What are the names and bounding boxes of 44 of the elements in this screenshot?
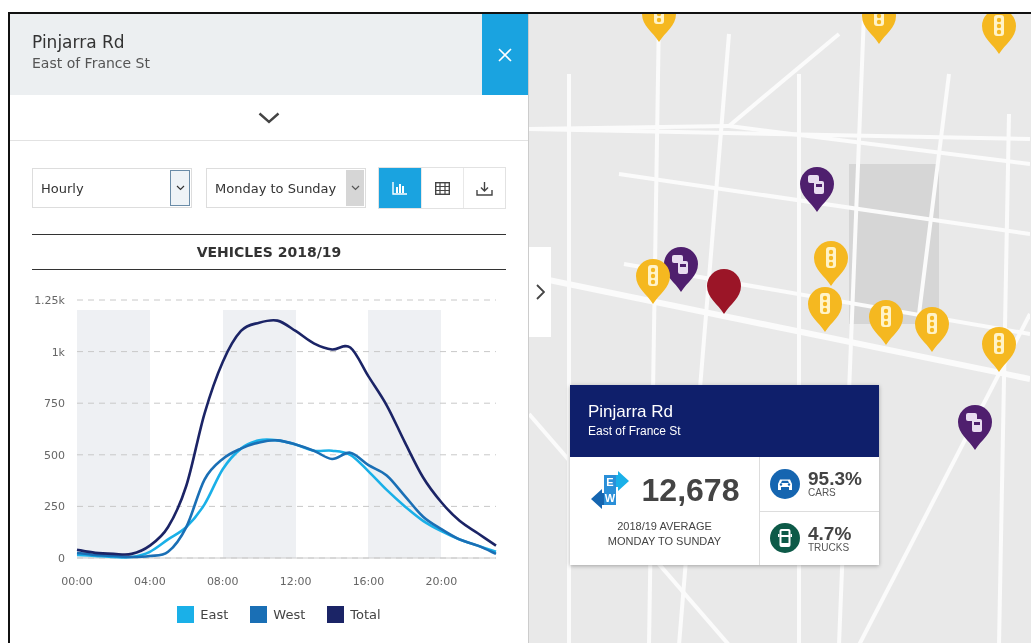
chart-title: VEHICLES 2018/19 (196, 244, 342, 260)
car-icon (770, 468, 800, 499)
x-tick-label: 08:00 (206, 575, 239, 588)
location-pin-icon[interactable] (707, 269, 741, 314)
legend-item[interactable]: West (250, 606, 306, 623)
x-tick-label: 04:00 (134, 575, 166, 588)
x-tick-label: 12:00 (279, 575, 312, 588)
location-subtitle: East of France St (32, 55, 151, 71)
legend-item[interactable]: East (177, 606, 229, 623)
y-tick-label: 250 (44, 500, 65, 514)
traffic-light-pin-icon[interactable] (636, 259, 670, 304)
y-tick-label: 1k (51, 345, 65, 359)
vehicles-pin-icon[interactable] (664, 247, 698, 292)
y-tick-label: 500 (44, 448, 65, 462)
truck-icon (770, 523, 800, 554)
period-dropdown[interactable]: Hourly (32, 168, 192, 208)
chevron-right-icon (535, 284, 545, 300)
caret-icon (175, 185, 185, 191)
x-tick-label: 16:00 (352, 575, 385, 588)
card-subtitle: East of France St (588, 424, 682, 438)
download-icon (476, 180, 493, 196)
share-percent: 95.3% (808, 469, 862, 489)
days-dropdown[interactable]: Monday to Sunday (206, 168, 366, 208)
share-percent: 4.7% (808, 523, 852, 543)
x-tick-label: 00:00 (61, 575, 93, 588)
legend-item[interactable]: Total (327, 606, 381, 623)
chevron-down-icon[interactable] (258, 111, 280, 124)
x-tick-label: 20:00 (425, 575, 458, 588)
y-tick-label: 750 (44, 397, 65, 411)
table-icon (435, 181, 450, 195)
count-caption: 2018/19 AVERAGE MONDAY TO SUNDAY (606, 519, 723, 549)
y-tick-label: 1.25k (34, 294, 65, 307)
share-label: TRUCKS (808, 542, 851, 553)
y-tick-label: 0 (58, 552, 65, 565)
expand-panel-button[interactable] (529, 247, 551, 337)
close-icon (498, 47, 512, 62)
card-title: Pinjarra Rd (588, 402, 675, 422)
location-title: Pinjarra Rd (32, 32, 126, 52)
caret-icon (350, 185, 360, 191)
vehicles-pin-icon[interactable] (800, 167, 834, 212)
vehicles-pin-icon[interactable] (958, 405, 992, 450)
share-label: CARS (808, 488, 837, 499)
bar-chart-icon (392, 181, 408, 195)
vehicle-count: 12,678 (641, 471, 740, 509)
